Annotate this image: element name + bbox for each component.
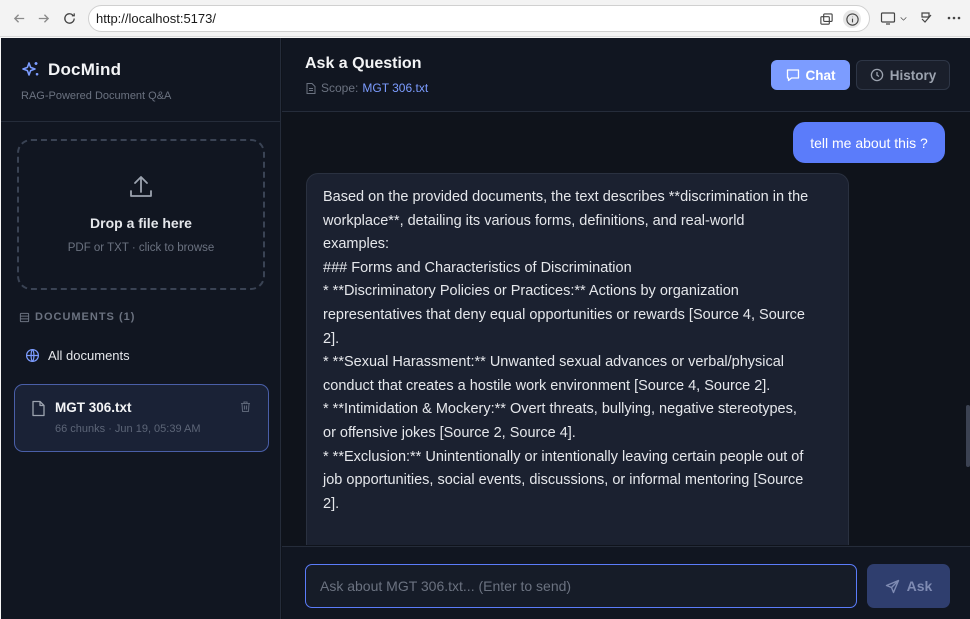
tab-chat[interactable]: Chat xyxy=(771,60,850,90)
brand-title: DocMind xyxy=(48,60,122,79)
assistant-line: * **Intimidation & Mockery:** Overt thre… xyxy=(323,401,797,418)
cast-icon[interactable] xyxy=(880,8,908,28)
assistant-line: workplace**, detailing its various forms… xyxy=(323,212,745,229)
reload-icon[interactable] xyxy=(56,5,82,31)
sidebar-divider xyxy=(1,121,281,122)
file-dropzone[interactable]: Drop a file here PDF or TXT · click to b… xyxy=(17,139,265,290)
dropzone-subtitle: PDF or TXT · click to browse xyxy=(67,242,215,254)
extensions-icon[interactable] xyxy=(919,8,935,28)
page-title: Ask a Question xyxy=(305,55,422,72)
main-panel: Ask a Question Scope: MGT 306.txt Chat H… xyxy=(282,38,970,619)
dropzone-title: Drop a file here xyxy=(90,215,192,231)
assistant-line: 2]. xyxy=(323,330,340,347)
chat-messages[interactable]: tell me about this ? Based on the provid… xyxy=(282,113,970,545)
main-header: Ask a Question Scope: MGT 306.txt Chat H… xyxy=(282,38,970,112)
scope-value: MGT 306.txt xyxy=(362,81,429,95)
assistant-line: job opportunities, social events, discus… xyxy=(323,472,804,489)
documents-header: DOCUMENTS (1) xyxy=(19,311,135,323)
all-documents-item[interactable]: All documents xyxy=(25,348,130,363)
brand-subtitle: RAG-Powered Document Q&A xyxy=(21,90,172,102)
sidebar: DocMind RAG-Powered Document Q&A Drop a … xyxy=(1,38,281,619)
globe-icon xyxy=(25,348,40,363)
document-card[interactable]: MGT 306.txt 66 chunks · Jun 19, 05:39 AM xyxy=(14,384,269,452)
tab-history-label: History xyxy=(889,67,937,83)
tab-actions-icon[interactable] xyxy=(817,10,835,28)
sparkle-icon xyxy=(21,60,41,80)
scope-label: Scope: xyxy=(321,81,359,95)
file-icon xyxy=(306,82,316,94)
document-name: MGT 306.txt xyxy=(55,400,132,415)
chat-bubble-icon xyxy=(786,68,800,82)
trash-icon[interactable] xyxy=(239,400,252,413)
user-message: tell me about this ? xyxy=(793,122,945,163)
ask-button[interactable]: Ask xyxy=(867,564,950,608)
input-bar: Ask xyxy=(282,546,970,619)
file-icon xyxy=(31,400,46,417)
more-options-icon[interactable] xyxy=(946,8,962,28)
scope-indicator: Scope: MGT 306.txt xyxy=(306,81,428,95)
assistant-line: 2]. xyxy=(323,495,340,512)
assistant-line: representatives that deny equal opportun… xyxy=(323,306,805,323)
assistant-line: or offensive jokes [Source 2, Source 4]. xyxy=(323,424,576,441)
question-input[interactable] xyxy=(305,564,857,608)
clock-icon xyxy=(870,68,884,82)
assistant-message: Based on the provided documents, the tex… xyxy=(306,173,849,545)
tab-chat-label: Chat xyxy=(805,67,836,83)
forward-icon[interactable] xyxy=(30,5,56,31)
info-icon[interactable] xyxy=(843,10,861,28)
assistant-line: examples: xyxy=(323,236,390,253)
send-icon xyxy=(885,579,900,594)
brand: DocMind xyxy=(21,60,121,80)
assistant-line: * **Sexual Harassment:** Unwanted sexual… xyxy=(323,354,785,371)
all-documents-label: All documents xyxy=(48,348,130,363)
ask-label: Ask xyxy=(906,578,933,594)
scrollbar-thumb[interactable] xyxy=(966,405,970,467)
browser-toolbar: http://localhost:5173/ xyxy=(0,0,970,37)
documents-label: DOCUMENTS (1) xyxy=(35,311,136,323)
tab-history[interactable]: History xyxy=(856,60,950,90)
url-text: http://localhost:5173/ xyxy=(96,11,216,26)
assistant-line: ### Forms and Characteristics of Discrim… xyxy=(323,259,632,276)
assistant-line: * **Discriminatory Policies or Practices… xyxy=(323,283,739,300)
address-bar[interactable]: http://localhost:5173/ xyxy=(88,5,870,32)
app-window: DocMind RAG-Powered Document Q&A Drop a … xyxy=(1,38,970,619)
assistant-line: conduct that creates a hostile work envi… xyxy=(323,377,771,394)
upload-icon xyxy=(127,173,155,201)
back-icon[interactable] xyxy=(6,5,32,31)
assistant-line: Based on the provided documents, the tex… xyxy=(323,189,809,205)
assistant-line: * **Exclusion:** Unintentionally or inte… xyxy=(323,448,804,465)
database-icon xyxy=(19,312,30,323)
document-meta: 66 chunks · Jun 19, 05:39 AM xyxy=(55,423,201,435)
